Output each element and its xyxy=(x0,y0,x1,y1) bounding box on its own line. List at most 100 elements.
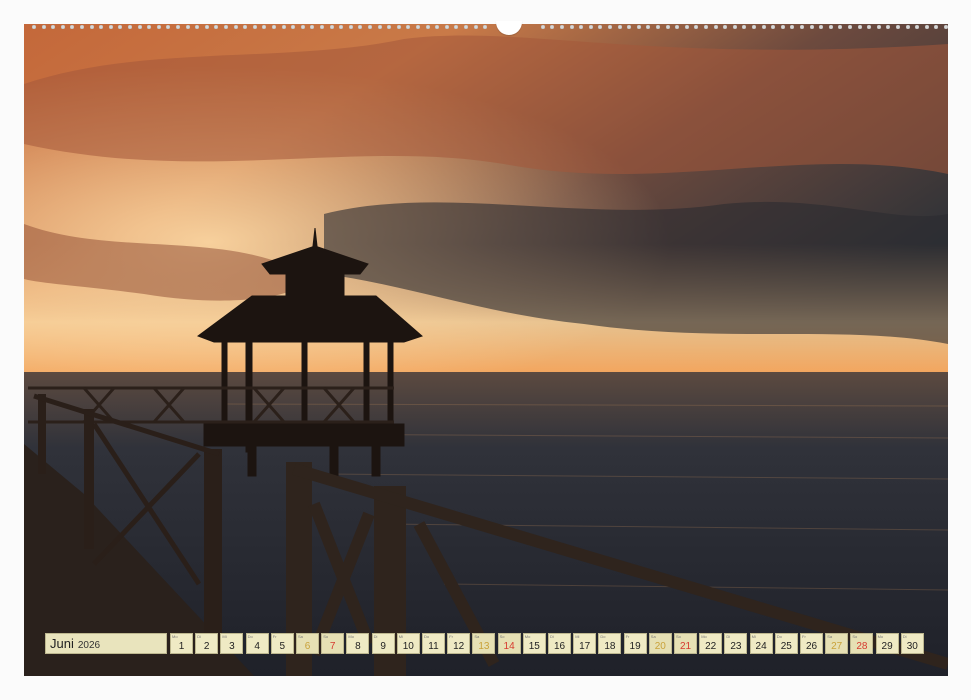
binding-ring xyxy=(243,25,248,29)
binding-ring xyxy=(435,25,440,29)
day-number: 19 xyxy=(629,641,641,652)
calendar-day: Mi 3 xyxy=(220,633,244,654)
binding-ring xyxy=(166,25,171,29)
binding-ring xyxy=(809,25,814,29)
day-number: 15 xyxy=(528,641,540,652)
binding-ring xyxy=(819,25,824,29)
calendar-day: Fr 12 xyxy=(447,633,471,654)
day-number: 24 xyxy=(755,641,767,652)
day-weekday: Sa xyxy=(827,634,833,639)
calendar-day: So 14 xyxy=(497,633,521,654)
binding-ring xyxy=(233,25,238,29)
binding-ring xyxy=(704,25,708,29)
calendar-day: Mo 1 xyxy=(170,633,193,654)
binding-ring xyxy=(185,25,190,29)
binding-ring xyxy=(771,25,776,29)
day-weekday: Mi xyxy=(398,634,404,639)
binding-ring xyxy=(204,25,209,29)
calendar-day: Mo 15 xyxy=(522,633,546,654)
hanger-notch xyxy=(496,21,522,35)
binding-ring xyxy=(339,25,344,29)
day-weekday: Di xyxy=(373,634,378,639)
binding-ring xyxy=(732,25,737,29)
month-year: 2026 xyxy=(77,640,101,651)
binding-ring xyxy=(656,25,660,29)
binding-ring xyxy=(89,25,94,29)
binding-ring xyxy=(252,25,257,29)
calendar-day: Mo 8 xyxy=(346,633,370,654)
day-weekday: Di xyxy=(550,634,554,639)
spiral-binding xyxy=(24,21,948,35)
day-number: 1 xyxy=(178,641,185,652)
binding-ring xyxy=(147,25,152,29)
binding-ring xyxy=(588,25,593,29)
day-number: 10 xyxy=(402,641,414,652)
binding-ring xyxy=(329,25,334,29)
binding-ring xyxy=(281,25,286,29)
day-number: 4 xyxy=(254,641,260,652)
binding-ring xyxy=(396,25,401,29)
binding-ring xyxy=(483,25,488,29)
binding-ring xyxy=(272,25,276,29)
binding-ring xyxy=(320,25,324,29)
calendar-day: Di 30 xyxy=(900,633,924,654)
binding-ring xyxy=(636,25,641,29)
binding-ring xyxy=(80,25,84,29)
calendar-day: Di 16 xyxy=(548,633,571,654)
day-number: 23 xyxy=(730,641,742,652)
month-name: Juni xyxy=(50,636,74,651)
binding-ring xyxy=(579,25,584,29)
binding-ring xyxy=(70,25,75,29)
binding-ring xyxy=(761,25,766,29)
day-number: 12 xyxy=(453,641,465,652)
month-label: Juni 2026 xyxy=(45,633,167,654)
calendar-day: Mi 10 xyxy=(396,633,420,654)
binding-ring xyxy=(857,25,862,29)
day-weekday: Mo xyxy=(701,634,707,639)
binding-ring xyxy=(214,25,219,29)
binding-ring xyxy=(560,25,564,29)
day-weekday: Sa xyxy=(298,634,303,639)
day-weekday: Sa xyxy=(650,634,656,639)
pier-sunset-image xyxy=(24,24,948,676)
day-weekday: Mi xyxy=(575,634,580,639)
calendar-day: Di 2 xyxy=(195,633,219,654)
binding-ring xyxy=(99,25,104,29)
calendar-day: Fr 19 xyxy=(623,633,647,654)
calendar-day: Sa 27 xyxy=(825,633,849,654)
binding-ring xyxy=(473,25,478,29)
binding-ring xyxy=(934,25,939,29)
binding-ring xyxy=(569,25,574,29)
day-weekday: So xyxy=(852,634,858,639)
day-number: 25 xyxy=(780,641,792,652)
calendar-day: Mo 22 xyxy=(699,633,723,654)
day-weekday: Do xyxy=(776,634,782,639)
day-weekday: So xyxy=(323,634,329,639)
binding-ring xyxy=(915,25,920,29)
day-weekday: Fr xyxy=(802,634,806,639)
day-weekday: Mi xyxy=(751,634,756,639)
day-weekday: Di xyxy=(726,634,731,639)
binding-ring xyxy=(454,25,459,29)
binding-ring xyxy=(867,25,872,29)
calendar-photo xyxy=(24,24,948,676)
day-weekday: So xyxy=(676,634,681,639)
day-number: 21 xyxy=(679,641,692,652)
binding-ring xyxy=(377,25,382,29)
day-number: 7 xyxy=(329,641,336,652)
day-number: 5 xyxy=(279,641,286,652)
day-weekday: Mo xyxy=(172,634,178,639)
day-number: 14 xyxy=(503,641,515,652)
binding-ring xyxy=(540,25,545,29)
calendar-day: Do 11 xyxy=(422,633,445,654)
binding-ring xyxy=(550,25,555,29)
binding-ring xyxy=(128,25,132,29)
binding-ring xyxy=(425,25,430,29)
day-number: 22 xyxy=(705,641,717,652)
binding-ring xyxy=(800,25,804,29)
binding-ring xyxy=(137,25,142,29)
binding-ring xyxy=(41,25,46,29)
day-number: 11 xyxy=(428,641,439,652)
binding-ring xyxy=(300,25,305,29)
binding-ring xyxy=(118,25,123,29)
